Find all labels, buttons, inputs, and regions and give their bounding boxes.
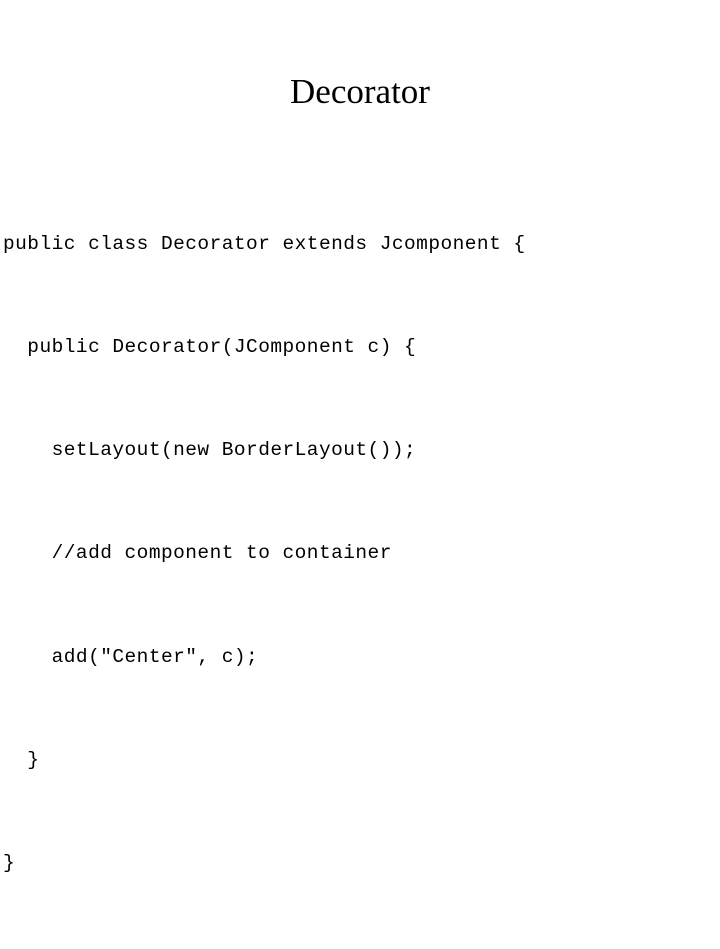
code-line: public class Decorator extends Jcomponen… [3,232,526,255]
page-title: Decorator [290,72,430,111]
code-line: setLayout(new BorderLayout()); [3,439,417,462]
code-block: public class Decorator extends Jcomponen… [3,158,717,949]
code-line: } [3,748,40,771]
code-line: } [3,852,16,875]
code-line: //add component to container [3,542,392,565]
code-line: add("Center", c); [3,645,259,668]
slide: Decorator public class Decorator extends… [0,0,720,874]
code-line: public Decorator(JComponent c) { [3,336,417,359]
